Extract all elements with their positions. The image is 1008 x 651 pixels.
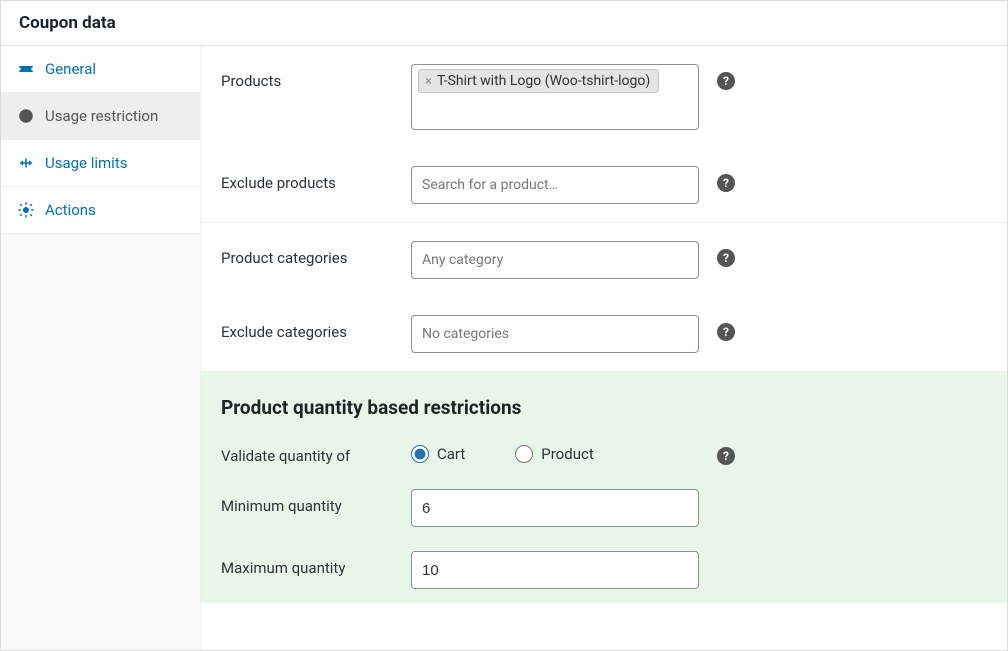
label-product-categories: Product categories bbox=[221, 241, 411, 267]
label-max-quantity: Maximum quantity bbox=[221, 551, 411, 577]
label-exclude-categories: Exclude categories bbox=[221, 315, 411, 341]
product-token: × T-Shirt with Logo (Woo-tshirt-logo) bbox=[418, 69, 659, 93]
tab-usage-restriction[interactable]: Usage restriction bbox=[1, 93, 200, 140]
coupon-data-panel: Coupon data General Usage restriction Us… bbox=[0, 0, 1008, 651]
help-icon[interactable]: ? bbox=[717, 174, 735, 192]
ban-icon bbox=[17, 107, 35, 125]
max-quantity-input[interactable] bbox=[411, 551, 699, 589]
panel-body: General Usage restriction Usage limits A… bbox=[1, 46, 1007, 650]
label-validate-quantity: Validate quantity of bbox=[221, 439, 411, 465]
sidebar: General Usage restriction Usage limits A… bbox=[1, 46, 201, 650]
products-input[interactable]: × T-Shirt with Logo (Woo-tshirt-logo) bbox=[411, 64, 699, 130]
label-min-quantity: Minimum quantity bbox=[221, 489, 411, 515]
row-max-quantity: Maximum quantity bbox=[201, 541, 1007, 603]
label-exclude-products: Exclude products bbox=[221, 166, 411, 192]
row-product-categories: Product categories Any category ? bbox=[201, 223, 1007, 297]
content-area: Products × T-Shirt with Logo (Woo-tshirt… bbox=[201, 46, 1007, 650]
min-quantity-input[interactable] bbox=[411, 489, 699, 527]
section-categories: Product categories Any category ? Exclud… bbox=[201, 223, 1007, 372]
row-validate-quantity: Validate quantity of Cart Product bbox=[201, 429, 1007, 479]
section-quantity-restrictions: Product quantity based restrictions Vali… bbox=[201, 372, 1007, 603]
row-min-quantity: Minimum quantity bbox=[201, 479, 1007, 541]
tab-label: General bbox=[45, 60, 96, 78]
radio-product[interactable]: Product bbox=[515, 445, 593, 463]
exclude-products-input[interactable]: Search for a product… bbox=[411, 166, 699, 204]
radio-product-input[interactable] bbox=[515, 445, 533, 463]
row-exclude-products: Exclude products Search for a product… ? bbox=[201, 148, 1007, 222]
tab-label: Actions bbox=[45, 201, 96, 219]
label-products: Products bbox=[221, 64, 411, 90]
placeholder-text: Search for a product… bbox=[418, 171, 562, 199]
radio-cart-input[interactable] bbox=[411, 445, 429, 463]
tab-label: Usage restriction bbox=[45, 107, 158, 125]
section-title: Product quantity based restrictions bbox=[201, 372, 1007, 429]
radio-label: Product bbox=[541, 445, 593, 463]
placeholder-text: Any category bbox=[418, 246, 507, 274]
tab-usage-limits[interactable]: Usage limits bbox=[1, 140, 200, 187]
radio-label: Cart bbox=[437, 445, 465, 463]
exclude-categories-input[interactable]: No categories bbox=[411, 315, 699, 353]
placeholder-text: No categories bbox=[418, 320, 513, 348]
gear-icon bbox=[17, 201, 35, 219]
tab-label: Usage limits bbox=[45, 154, 127, 172]
product-categories-input[interactable]: Any category bbox=[411, 241, 699, 279]
tab-actions[interactable]: Actions bbox=[1, 187, 200, 234]
limits-icon bbox=[17, 154, 35, 172]
row-exclude-categories: Exclude categories No categories ? bbox=[201, 297, 1007, 371]
help-icon[interactable]: ? bbox=[717, 447, 735, 465]
tab-general[interactable]: General bbox=[1, 46, 200, 93]
validate-quantity-radio-group: Cart Product bbox=[411, 439, 699, 463]
ticket-icon bbox=[17, 60, 35, 78]
help-icon[interactable]: ? bbox=[717, 249, 735, 267]
remove-token-icon[interactable]: × bbox=[423, 74, 434, 89]
section-products: Products × T-Shirt with Logo (Woo-tshirt… bbox=[201, 46, 1007, 223]
radio-cart[interactable]: Cart bbox=[411, 445, 465, 463]
token-label: T-Shirt with Logo (Woo-tshirt-logo) bbox=[437, 73, 650, 89]
row-products: Products × T-Shirt with Logo (Woo-tshirt… bbox=[201, 46, 1007, 148]
help-icon[interactable]: ? bbox=[717, 323, 735, 341]
panel-title: Coupon data bbox=[1, 1, 1007, 46]
help-icon[interactable]: ? bbox=[717, 72, 735, 90]
